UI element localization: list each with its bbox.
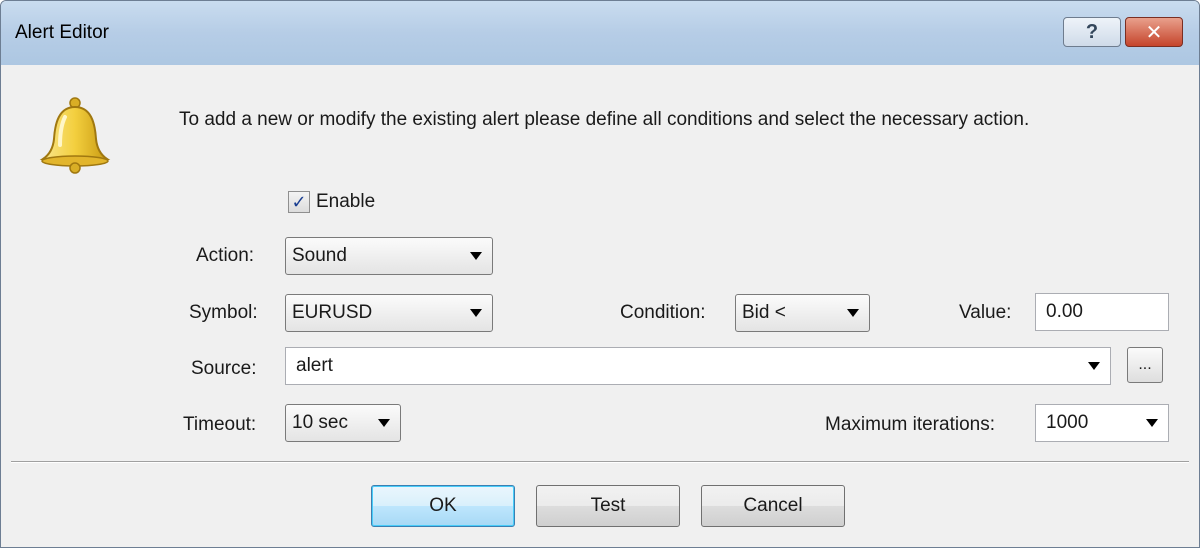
- symbol-select[interactable]: EURUSD: [285, 294, 493, 332]
- test-button[interactable]: Test: [536, 485, 680, 527]
- max-iterations-value: 1000: [1046, 412, 1089, 433]
- chevron-down-icon: [847, 309, 859, 317]
- browse-button[interactable]: ...: [1127, 347, 1163, 383]
- title-bar[interactable]: Alert Editor ? ✕: [1, 1, 1199, 65]
- browse-label: ...: [1138, 356, 1152, 373]
- alert-editor-window: Alert Editor ? ✕ To add a new or modify …: [0, 0, 1200, 548]
- source-combobox[interactable]: alert: [285, 347, 1111, 385]
- action-label: Action:: [196, 245, 255, 266]
- source-label: Source:: [191, 358, 257, 379]
- close-icon: ✕: [1145, 21, 1163, 44]
- bell-icon: [39, 97, 111, 174]
- cancel-button-label: Cancel: [743, 495, 803, 516]
- window-title: Alert Editor: [15, 22, 109, 43]
- symbol-label: Symbol:: [189, 302, 258, 323]
- source-value: alert: [296, 355, 333, 376]
- test-button-label: Test: [590, 495, 626, 516]
- chevron-down-icon: [470, 309, 482, 317]
- chevron-down-icon[interactable]: [1146, 419, 1158, 427]
- ok-button[interactable]: OK: [371, 485, 515, 527]
- intro-text: To add a new or modify the existing aler…: [179, 109, 1030, 130]
- action-select[interactable]: Sound: [285, 237, 493, 275]
- help-button[interactable]: ?: [1063, 17, 1121, 47]
- value-input[interactable]: 0.00: [1035, 293, 1169, 331]
- condition-select[interactable]: Bid <: [735, 294, 870, 332]
- chevron-down-icon[interactable]: [1088, 362, 1100, 370]
- symbol-value: EURUSD: [292, 302, 373, 323]
- chevron-down-icon: [470, 252, 482, 260]
- max-iterations-label: Maximum iterations:: [825, 414, 995, 435]
- value-label: Value:: [959, 302, 1012, 323]
- dialog-content: To add a new or modify the existing aler…: [11, 65, 1189, 547]
- action-value: Sound: [292, 245, 347, 266]
- timeout-select[interactable]: 10 sec: [285, 404, 401, 442]
- cancel-button[interactable]: Cancel: [701, 485, 845, 527]
- chevron-down-icon: [378, 419, 390, 427]
- timeout-value: 10 sec: [292, 412, 348, 433]
- enable-label[interactable]: Enable: [316, 191, 375, 213]
- ok-button-label: OK: [429, 495, 457, 516]
- value-input-text: 0.00: [1046, 301, 1083, 322]
- timeout-label: Timeout:: [183, 414, 257, 435]
- condition-value: Bid <: [742, 302, 786, 323]
- help-icon: ?: [1085, 20, 1099, 43]
- close-button[interactable]: ✕: [1125, 17, 1183, 47]
- max-iterations-combobox[interactable]: 1000: [1035, 404, 1169, 442]
- condition-label: Condition:: [620, 302, 706, 323]
- divider: [11, 461, 1189, 463]
- enable-checkbox[interactable]: ✓: [288, 191, 310, 213]
- enable-row[interactable]: ✓ Enable: [288, 191, 375, 213]
- checkmark-icon: ✓: [291, 191, 307, 212]
